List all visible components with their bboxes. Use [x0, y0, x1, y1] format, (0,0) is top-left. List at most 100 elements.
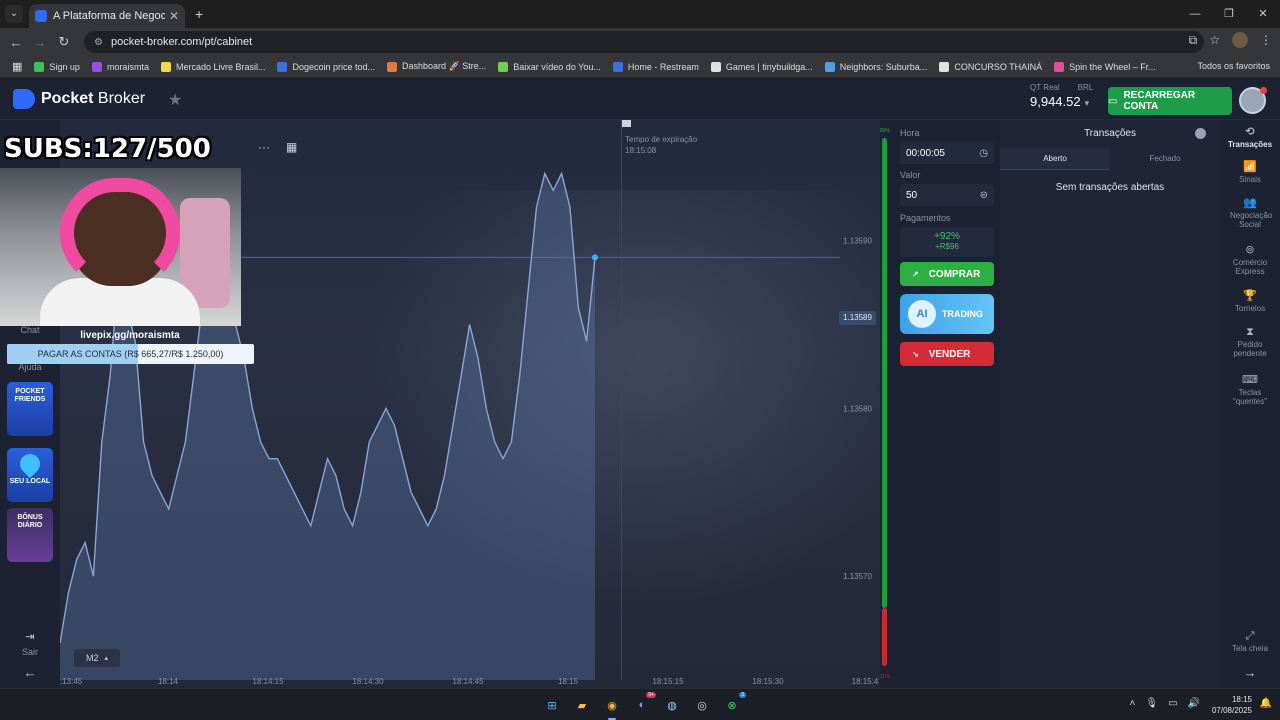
bookmark-label: Sign up [49, 61, 80, 72]
restore-icon[interactable]: ❐ [1212, 0, 1246, 28]
expand-arrow-icon[interactable]: → [1220, 666, 1280, 679]
bookmark-item[interactable]: Dashboard 🚀 Stre... [387, 61, 486, 72]
nav-express[interactable]: ⊚ Comércio Express [1220, 244, 1280, 277]
bookmark-item[interactable]: Baixar vídeo do You... [498, 61, 601, 72]
nav-hotkeys[interactable]: ⌨ Teclas "quentes" [1220, 375, 1280, 407]
apps-grid-icon[interactable]: ▦ [12, 60, 22, 73]
amount-input[interactable]: 50 ⊜ [900, 184, 994, 206]
bookmark-item[interactable]: moraismta [91, 61, 149, 72]
notifications-bell-icon[interactable]: 🔔 [1260, 698, 1272, 709]
bookmark-label: moraismta [106, 61, 149, 72]
discord-badge: 9+ [646, 692, 656, 698]
arrow-up-right-icon: ↗ [912, 269, 919, 279]
x-tick-label: 18:15:30 [752, 677, 784, 686]
chevron-up-icon[interactable]: ˄ [1130, 698, 1136, 709]
app-header: Pocket Broker ★ QT Real BRL 9,944.52 ▾ ▭ R… [0, 80, 1280, 120]
new-tab-icon[interactable]: + [195, 6, 203, 22]
exit-label[interactable]: Sair [0, 647, 60, 657]
bookmark-item[interactable]: Mercado Livre Brasil... [160, 61, 265, 72]
microphone-icon[interactable]: 🎙 [1145, 698, 1158, 709]
discord-icon[interactable]: ◐ 9+ [632, 692, 656, 715]
all-bookmarks-folder[interactable]: Todos os favoritos [1197, 61, 1270, 71]
pocket-friends-promo[interactable]: POCKET FRIENDS [7, 382, 53, 436]
windows-taskbar: ⊞ ▰ ◉ ◐ 9+ ◍ ◎ ⊗ 3 ˄ 🎙 ▭ 🔊 18:15 07/08/202… [0, 688, 1280, 720]
windows-start-icon[interactable]: ⊞ [542, 695, 562, 715]
tab-closed[interactable]: Fechado [1110, 148, 1220, 170]
bookmark-item[interactable]: Neighbors: Suburba... [824, 61, 928, 72]
layout-grid-icon[interactable]: ▦ [286, 140, 297, 154]
forward-icon[interactable]: → [28, 35, 52, 50]
bookmark-item[interactable]: CONCURSO THAINÁ [939, 61, 1042, 72]
browser-profile-avatar[interactable] [1232, 32, 1248, 48]
balance-widget[interactable]: QT Real BRL 9,944.52 ▾ [1030, 83, 1093, 109]
pocket-broker-logo[interactable]: Pocket Broker [13, 89, 145, 109]
network-icon[interactable]: ▭ [1168, 698, 1177, 709]
install-app-icon[interactable]: ⧉ [1189, 33, 1198, 48]
chevron-down-icon[interactable]: ▾ [1085, 98, 1090, 108]
xbox-icon[interactable]: ⊗ 3 [722, 692, 746, 715]
chrome-icon[interactable]: ◉ [602, 695, 622, 720]
sell-button[interactable]: ↘ VENDER [900, 342, 994, 366]
nav-social-trading[interactable]: 👥 Negociação Social [1220, 198, 1280, 230]
bookmark-star-icon[interactable]: ☆ [1209, 33, 1220, 47]
obs-icon[interactable]: ◎ [692, 695, 712, 715]
bookmark-item[interactable]: Home - Restream [612, 61, 699, 72]
more-options-icon[interactable]: ··· [258, 140, 270, 154]
last-price-dot [592, 254, 598, 261]
bookmark-label: Neighbors: Suburba... [839, 61, 928, 72]
bookmark-label: Home - Restream [627, 61, 699, 72]
exit-icon[interactable]: ⇥ [0, 630, 60, 643]
currency-toggle-icon[interactable]: ⊜ [980, 190, 988, 201]
steam-icon[interactable]: ◍ [662, 695, 682, 715]
tab-search-icon[interactable]: ⌄ [5, 5, 23, 23]
timeframe-selector[interactable]: M2 ▴ [74, 649, 120, 667]
transactions-tabs: Aberto Fechado [1000, 148, 1220, 170]
browser-menu-icon[interactable]: ⋮ [1260, 33, 1272, 47]
url-input[interactable]: ⚙ pocket-broker.com/pt/cabinet [84, 31, 1204, 53]
seu-local-promo[interactable]: SEU LOCAL [7, 448, 53, 502]
express-icon: ⊚ [1245, 244, 1255, 256]
wallet-icon: ▭ [1108, 95, 1118, 107]
ai-trading-button[interactable]: AI TRADING [900, 294, 994, 334]
clock-icon[interactable]: ◷ [979, 148, 988, 159]
browser-tab[interactable]: A Plataforma de Negociação M ✕ [29, 4, 185, 28]
buy-button[interactable]: ↗ COMPRAR [900, 262, 994, 286]
collapse-arrow-icon[interactable]: ← [0, 665, 60, 680]
signal-icon: 📶 [1243, 161, 1257, 173]
recharge-button[interactable]: ▭ RECARREGAR CONTA [1108, 87, 1232, 115]
favorite-star-icon[interactable]: ★ [168, 90, 182, 110]
notification-dot [1260, 87, 1267, 94]
bookmark-label: Spin the Wheel – Fr... [1069, 61, 1156, 72]
nav-tournaments[interactable]: 🏆 Torneios [1220, 291, 1280, 314]
promo-friends-label: POCKET FRIENDS [14, 388, 46, 403]
bookmark-item[interactable]: Spin the Wheel – Fr... [1054, 61, 1156, 72]
system-clock[interactable]: 18:15 07/08/2025 [1212, 694, 1252, 716]
clock-time: 18:15 [1231, 695, 1252, 704]
bookmark-favicon-icon [277, 61, 288, 72]
nav-pending-order[interactable]: ⧗ Pedido pendente [1220, 327, 1280, 359]
back-icon[interactable]: ← [4, 35, 28, 50]
bookmark-item[interactable]: Sign up [34, 61, 80, 72]
donation-goal-text: PAGAR AS CONTAS (R$ 665,27/R$ 1.250,00) [37, 349, 224, 359]
close-window-icon[interactable]: ✕ [1246, 0, 1280, 28]
nav-transactions[interactable]: ⟲ Transações [1220, 127, 1280, 150]
file-explorer-icon[interactable]: ▰ [572, 695, 592, 715]
taskbar-apps: ⊞ ▰ ◉ ◐ 9+ ◍ ◎ ⊗ 3 [542, 692, 746, 720]
fullscreen-button[interactable]: ⤢ Tela cheia [1220, 631, 1280, 654]
time-input[interactable]: 00:00:05 ◷ [900, 142, 994, 164]
nav-signals[interactable]: 📶 Sinais [1220, 161, 1280, 185]
address-bar-row: ← → ↻ ⚙ pocket-broker.com/pt/cabinet ⧉ ☆… [0, 28, 1280, 56]
volume-icon[interactable]: 🔊 [1188, 698, 1200, 709]
reload-icon[interactable]: ↻ [52, 34, 76, 50]
bookmark-item[interactable]: Games | tinybuildga... [710, 61, 813, 72]
bookmark-item[interactable]: Dogecoin price tod... [277, 61, 375, 72]
sentiment-sell-fill [882, 608, 887, 666]
daily-bonus-promo[interactable]: BÔNUS DIÁRIO [7, 508, 53, 562]
tab-open[interactable]: Aberto [1000, 148, 1110, 170]
minimize-icon[interactable]: — [1178, 0, 1212, 28]
close-tab-icon[interactable]: ✕ [169, 9, 179, 23]
clock-date: 07/08/2025 [1211, 706, 1252, 715]
payout-value: +R$96 [935, 242, 959, 251]
panel-settings-icon[interactable] [1195, 128, 1206, 139]
site-info-icon[interactable]: ⚙ [94, 37, 103, 48]
